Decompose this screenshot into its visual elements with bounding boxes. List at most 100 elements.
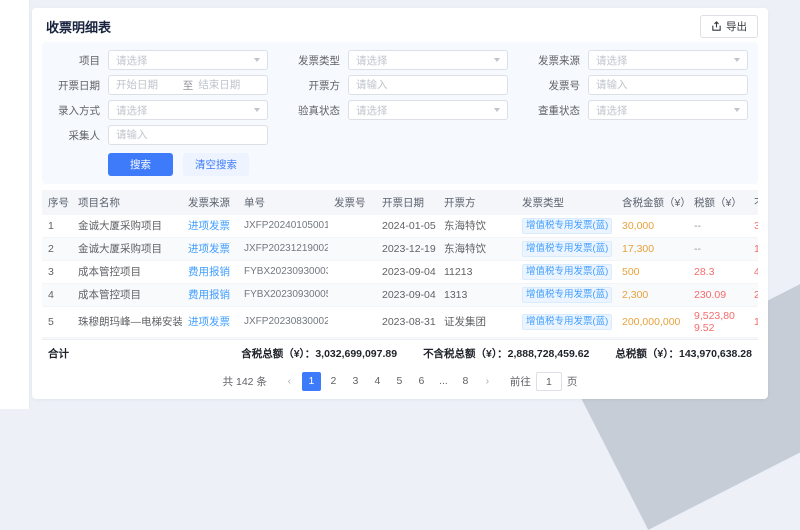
invoice-source-field: 发票来源 请选择 — [528, 50, 748, 70]
collector-input[interactable] — [116, 129, 260, 141]
verify-status-select[interactable]: 请选择 — [348, 100, 508, 120]
collector-field: 采集人 — [48, 125, 268, 145]
date-range-separator: 至 — [178, 78, 199, 93]
export-button[interactable]: 导出 — [700, 15, 758, 38]
invoice-type-label: 发票类型 — [288, 53, 340, 68]
cell-order-no: FYBX20230930003 — [238, 261, 328, 284]
issuer-input-wrap — [348, 75, 508, 95]
summary-item: 含税总额（¥）：3,032,699,097.89 — [241, 346, 397, 361]
cell-net: 2,069.91 — [748, 284, 758, 307]
table-row[interactable]: 1 金诚大厦采购项目 进项发票 JXFP20240105001 2024-01-… — [42, 215, 758, 238]
summary-item: 总税额（¥）：143,970,638.28 — [615, 346, 752, 361]
chevron-down-icon — [254, 108, 260, 112]
column-header: 项目名称 — [72, 190, 182, 215]
cell-tax: -- — [688, 215, 748, 238]
cell-issuer: 东海特饮 — [438, 215, 516, 238]
table-row[interactable]: 3 成本管控项目 费用报销 FYBX20230930003 2023-09-04… — [42, 261, 758, 284]
cell-seq: 3 — [42, 261, 72, 284]
page-button-6[interactable]: 6 — [412, 372, 431, 391]
cell-invoice-no — [328, 307, 376, 338]
cell-project: 金诚大厦采购项目 — [72, 238, 182, 261]
chevron-down-icon — [734, 108, 740, 112]
issuer-label: 开票方 — [288, 78, 340, 93]
pagination-total: 共 142 条 — [223, 374, 267, 389]
entry-method-field: 录入方式 请选择 — [48, 100, 268, 120]
table-row[interactable]: 5 珠穆朗玛峰—电梯安装 进项发票 JXFP20230830002 2023-0… — [42, 307, 758, 338]
cell-date: 2023-09-04 — [376, 261, 438, 284]
invoice-date-range[interactable]: 至 — [108, 75, 268, 95]
page-button-5[interactable]: 5 — [390, 372, 409, 391]
invoice-table: 序号项目名称发票来源单号发票号开票日期开票方发票类型含税金额（¥）税额（¥）不含… — [42, 190, 758, 339]
column-header: 开票方 — [438, 190, 516, 215]
dup-status-label: 查重状态 — [528, 103, 580, 118]
cell-issuer: 证发集团 — [438, 307, 516, 338]
goto-page-input[interactable] — [536, 372, 562, 391]
invoice-no-input[interactable] — [596, 79, 740, 91]
dup-status-select[interactable]: 请选择 — [588, 100, 748, 120]
cell-tax: 230.09 — [688, 284, 748, 307]
cell-type: 增值税专用发票(蓝) — [516, 261, 616, 284]
filter-actions: 搜索 清空搜索 — [48, 153, 748, 176]
entry-method-select[interactable]: 请选择 — [108, 100, 268, 120]
invoice-source-label: 发票来源 — [528, 53, 580, 68]
column-header: 开票日期 — [376, 190, 438, 215]
cell-date: 2023-08-31 — [376, 307, 438, 338]
prev-page-button[interactable]: ‹ — [280, 372, 299, 391]
cell-date: 2023-09-04 — [376, 284, 438, 307]
filter-panel: 项目 请选择 发票类型 请选择 发票来源 请选择 — [42, 42, 758, 184]
column-header: 含税金额（¥） — [616, 190, 688, 215]
cell-source: 费用报销 — [182, 261, 238, 284]
table-row[interactable]: 4 成本管控项目 费用报销 FYBX20230930005 2023-09-04… — [42, 284, 758, 307]
verify-status-field: 验真状态 请选择 — [288, 100, 508, 120]
table-body: 1 金诚大厦采购项目 进项发票 JXFP20240105001 2024-01-… — [42, 215, 758, 339]
cell-date: 2023-12-19 — [376, 238, 438, 261]
goto-prefix: 前往 — [510, 374, 531, 389]
invoice-source-select[interactable]: 请选择 — [588, 50, 748, 70]
invoice-no-field: 发票号 — [528, 75, 748, 95]
page-button-4[interactable]: 4 — [368, 372, 387, 391]
cell-seq: 5 — [42, 307, 72, 338]
cell-type: 增值税专用发票(蓝) — [516, 238, 616, 261]
column-header: 发票类型 — [516, 190, 616, 215]
cell-date: 2024-01-05 — [376, 215, 438, 238]
card-header: 收票明细表 导出 — [42, 16, 758, 36]
invoice-type-tag: 增值税专用发票(蓝) — [522, 241, 612, 257]
export-label: 导出 — [726, 19, 747, 34]
page-button-8[interactable]: 8 — [456, 372, 475, 391]
invoice-type-tag: 增值税专用发票(蓝) — [522, 218, 612, 234]
collector-input-wrap — [108, 125, 268, 145]
search-button[interactable]: 搜索 — [108, 153, 173, 176]
page-button-1[interactable]: 1 — [302, 372, 321, 391]
invoice-date-label: 开票日期 — [48, 78, 100, 93]
page-button-2[interactable]: 2 — [324, 372, 343, 391]
date-end-input[interactable] — [198, 79, 260, 91]
page-ellipsis[interactable]: ... — [434, 372, 453, 391]
invoice-type-select[interactable]: 请选择 — [348, 50, 508, 70]
column-header: 单号 — [238, 190, 328, 215]
cell-tax: 9,523,809.52 — [688, 307, 748, 338]
page-title: 收票明细表 — [42, 17, 111, 36]
project-select[interactable]: 请选择 — [108, 50, 268, 70]
chevron-down-icon — [734, 58, 740, 62]
invoice-type-field: 发票类型 请选择 — [288, 50, 508, 70]
next-page-button[interactable]: › — [478, 372, 497, 391]
cell-project: 珠穆朗玛峰—电梯安装 — [72, 307, 182, 338]
issuer-input[interactable] — [356, 79, 500, 91]
page-button-3[interactable]: 3 — [346, 372, 365, 391]
clear-search-button[interactable]: 清空搜索 — [183, 153, 249, 176]
column-header: 序号 — [42, 190, 72, 215]
cell-invoice-no — [328, 261, 376, 284]
summary-label: 合计 — [48, 346, 69, 361]
cell-net: 471.7 — [748, 261, 758, 284]
table-row[interactable]: 2 金诚大厦采购项目 进项发票 JXFP20231219002 2023-12-… — [42, 238, 758, 261]
cell-amount: 500 — [616, 261, 688, 284]
column-header: 发票来源 — [182, 190, 238, 215]
date-start-input[interactable] — [116, 79, 178, 91]
column-header: 税额（¥） — [688, 190, 748, 215]
cell-source: 进项发票 — [182, 307, 238, 338]
summary-row: 合计 含税总额（¥）：3,032,699,097.89 不含税总额（¥）：2,8… — [42, 339, 758, 366]
cell-seq: 2 — [42, 238, 72, 261]
cell-project: 金诚大厦采购项目 — [72, 215, 182, 238]
cell-invoice-no — [328, 284, 376, 307]
cell-type: 增值税专用发票(蓝) — [516, 284, 616, 307]
